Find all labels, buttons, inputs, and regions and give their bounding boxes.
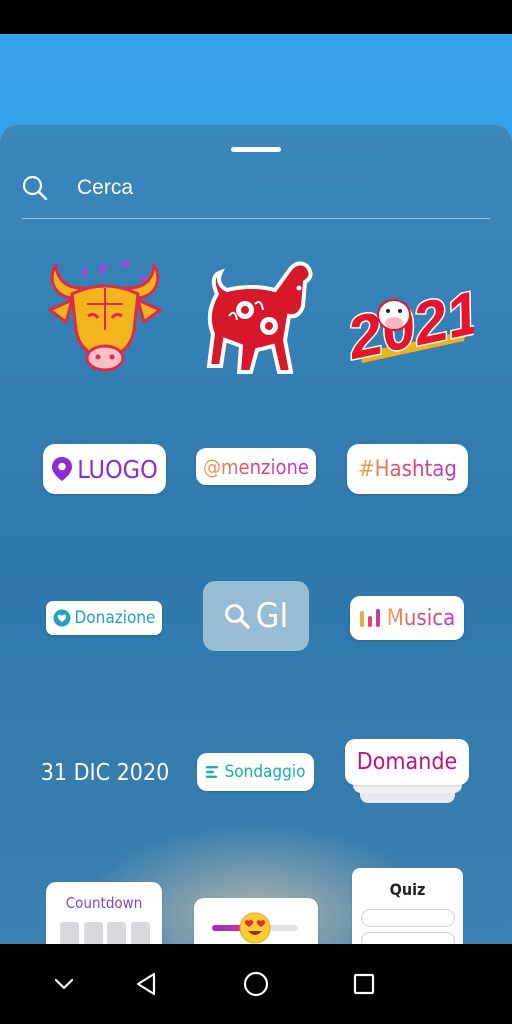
hashtag-label: #Hashtag	[358, 456, 457, 482]
countdown-digit-box	[83, 922, 103, 944]
countdown-digit-box	[60, 922, 79, 944]
music-sticker[interactable]: Musica	[350, 596, 464, 640]
equalizer-icon	[359, 608, 381, 628]
donation-label: Donazione	[74, 608, 156, 628]
chevron-down-icon	[54, 978, 74, 990]
search-input[interactable]	[77, 172, 457, 204]
nav-recents-button[interactable]	[346, 966, 382, 1002]
donation-sticker[interactable]: Donazione	[46, 601, 162, 635]
nav-home-button[interactable]	[238, 966, 274, 1002]
magnifier-icon	[224, 603, 250, 629]
quiz-label: Quiz	[389, 880, 426, 899]
countdown-digit-boxes	[60, 922, 150, 944]
questions-sticker[interactable]: Domande	[345, 739, 470, 807]
date-sticker[interactable]: 31 DIC 2020	[40, 753, 170, 793]
search-icon	[22, 175, 48, 201]
ox-face-sticker[interactable]	[40, 255, 170, 380]
countdown-digit-box	[107, 922, 127, 944]
nav-back-button[interactable]	[128, 966, 164, 1002]
mention-sticker[interactable]: @menzione	[196, 448, 316, 485]
sticker-tray: 2021 LUOGO @menzione #Hashtag Donazione …	[0, 125, 512, 944]
gif-label: GI	[255, 596, 289, 636]
nav-hide-keyboard-button[interactable]	[46, 966, 82, 1002]
back-triangle-icon	[135, 972, 157, 996]
countdown-label: Countdown	[65, 894, 143, 912]
music-label: Musica	[386, 605, 456, 631]
gif-sticker[interactable]: GI	[203, 581, 309, 651]
home-circle-icon	[243, 971, 269, 997]
mention-label: @menzione	[203, 454, 309, 479]
countdown-digit-box	[130, 922, 150, 944]
year-2021-ox-sticker[interactable]: 2021	[340, 265, 475, 373]
quiz-option	[361, 909, 455, 927]
hashtag-sticker[interactable]: #Hashtag	[347, 444, 468, 494]
questions-label: Domande	[356, 749, 458, 775]
quiz-option	[361, 932, 455, 944]
location-label: LUOGO	[77, 454, 158, 484]
date-label: 31 DIC 2020	[40, 760, 170, 786]
poll-sticker[interactable]: Sondaggio	[197, 753, 314, 791]
location-pin-icon	[51, 456, 73, 482]
heart-eyes-emoji-icon	[239, 912, 271, 944]
system-nav-bar	[0, 944, 512, 1024]
quiz-sticker[interactable]: Quiz	[352, 868, 463, 944]
list-lines-icon	[205, 765, 220, 779]
drag-handle[interactable]	[231, 147, 281, 152]
emoji-slider-sticker[interactable]	[194, 898, 318, 944]
heart-icon	[53, 609, 71, 627]
location-sticker[interactable]: LUOGO	[43, 444, 166, 494]
status-bar	[0, 0, 512, 34]
questions-card: Domande	[345, 739, 469, 785]
search-bar	[22, 169, 490, 219]
search-divider	[22, 218, 490, 219]
poll-label: Sondaggio	[224, 762, 306, 782]
countdown-sticker[interactable]: Countdown	[46, 882, 162, 944]
paper-cut-ox-sticker[interactable]	[195, 253, 320, 381]
recents-square-icon	[353, 973, 375, 995]
